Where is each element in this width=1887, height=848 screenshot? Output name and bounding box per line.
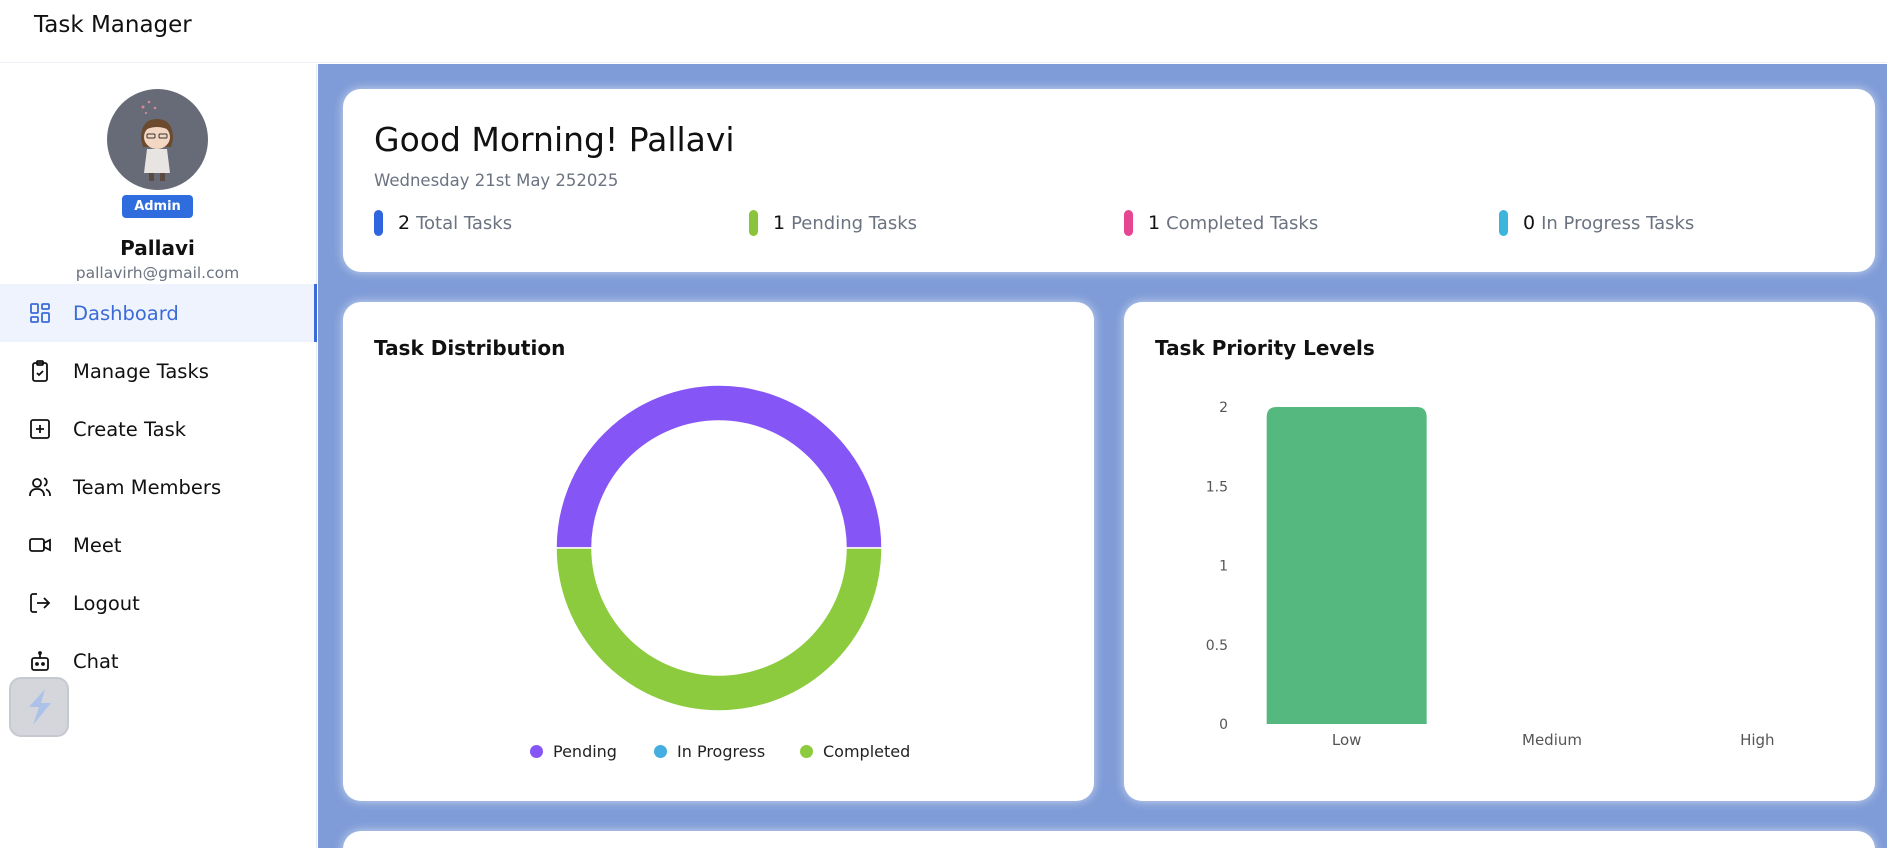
legend-item-pending: Pending (530, 742, 617, 761)
legend-dot (654, 745, 667, 758)
sidebar-item-label: Team Members (73, 475, 222, 499)
stat-count: 1 (773, 212, 786, 234)
stat-label: Completed Tasks (1166, 212, 1319, 234)
lightning-logo-icon (29, 689, 51, 725)
stat-count: 0 (1523, 212, 1536, 234)
assistant-launcher-button[interactable] (9, 677, 69, 737)
sidebar-item-label: Chat (73, 649, 119, 673)
x-tick-label: Medium (1522, 731, 1582, 749)
stat-label: Pending Tasks (791, 212, 917, 234)
sidebar-item-meet[interactable]: Meet (0, 516, 317, 574)
user-avatar (107, 89, 208, 190)
sidebar-item-manage-tasks[interactable]: Manage Tasks (0, 342, 317, 400)
legend-dot (530, 745, 543, 758)
current-date: Wednesday 21st May 252025 (374, 171, 619, 190)
legend-label: Pending (553, 742, 617, 761)
task-priority-card: Task Priority Levels 0 0.5 1 1.5 2 Low Medium H… (1124, 302, 1875, 801)
donut-slice-pending[interactable] (555, 384, 883, 549)
legend-item-completed: Completed (800, 742, 910, 761)
sidebar-item-label: Logout (73, 591, 140, 615)
y-tick-label: 0.5 (1206, 638, 1228, 654)
sidebar-nav: Dashboard Manage Tasks Create Task Team … (0, 284, 317, 690)
donut-slice-completed[interactable] (555, 547, 883, 712)
sidebar-item-dashboard[interactable]: Dashboard (0, 284, 317, 342)
sidebar: Admin Pallavi pallavirh@gmail.com Dashbo… (0, 64, 317, 848)
task-distribution-card: Task Distribution Pending In Progress Co… (343, 302, 1094, 801)
plus-square-icon (28, 417, 52, 441)
x-tick-label: High (1740, 731, 1774, 749)
bar-low[interactable] (1266, 407, 1427, 724)
app-title: Task Manager (34, 12, 192, 38)
sidebar-item-create-task[interactable]: Create Task (0, 400, 317, 458)
sidebar-item-label: Manage Tasks (73, 359, 209, 383)
greeting-card: Good Morning! Pallavi Wednesday 21st May… (343, 89, 1875, 272)
bar-chart: 0 0.5 1 1.5 2 Low Medium High (1206, 400, 1775, 749)
logout-icon (28, 591, 52, 615)
top-bar: Task Manager (0, 0, 1887, 63)
stat-color-bar (1499, 210, 1508, 236)
x-tick-label: Low (1332, 731, 1362, 749)
greeting-title: Good Morning! Pallavi (374, 120, 735, 159)
stat-in-progress-tasks: 0 In Progress Tasks (1499, 210, 1694, 236)
stat-count: 1 (1148, 212, 1161, 234)
bot-icon (28, 649, 52, 673)
main-content: Good Morning! Pallavi Wednesday 21st May… (318, 64, 1887, 848)
role-badge: Admin (122, 195, 193, 218)
y-tick-label: 1.5 (1206, 479, 1228, 495)
donut-chart (555, 384, 883, 712)
avatar-illustration-icon (141, 100, 173, 181)
y-tick-label: 2 (1219, 400, 1228, 416)
legend-label: In Progress (677, 742, 766, 761)
stat-label: In Progress Tasks (1541, 212, 1695, 234)
user-name: Pallavi (120, 236, 195, 260)
user-email: pallavirh@gmail.com (75, 264, 240, 282)
sidebar-item-label: Meet (73, 533, 122, 557)
stat-total-tasks: 2 Total Tasks (374, 210, 512, 236)
clipboard-check-icon (28, 359, 52, 383)
y-tick-label: 1 (1219, 559, 1228, 575)
dashboard-icon (28, 301, 52, 325)
sidebar-item-logout[interactable]: Logout (0, 574, 317, 632)
video-icon (28, 533, 52, 557)
stat-color-bar (749, 210, 758, 236)
stat-label: Total Tasks (416, 212, 513, 234)
stat-color-bar (374, 210, 383, 236)
legend-dot (800, 745, 813, 758)
legend-item-in-progress: In Progress (654, 742, 765, 761)
sidebar-item-label: Dashboard (73, 301, 179, 325)
y-tick-label: 0 (1219, 717, 1228, 733)
users-icon (28, 475, 52, 499)
sidebar-item-label: Create Task (73, 417, 187, 441)
next-section-card (343, 831, 1875, 848)
stat-pending-tasks: 1 Pending Tasks (749, 210, 917, 236)
sidebar-item-team-members[interactable]: Team Members (0, 458, 317, 516)
stat-count: 2 (398, 212, 411, 234)
legend-label: Completed (823, 742, 911, 761)
stat-color-bar (1124, 210, 1133, 236)
stat-completed-tasks: 1 Completed Tasks (1124, 210, 1318, 236)
